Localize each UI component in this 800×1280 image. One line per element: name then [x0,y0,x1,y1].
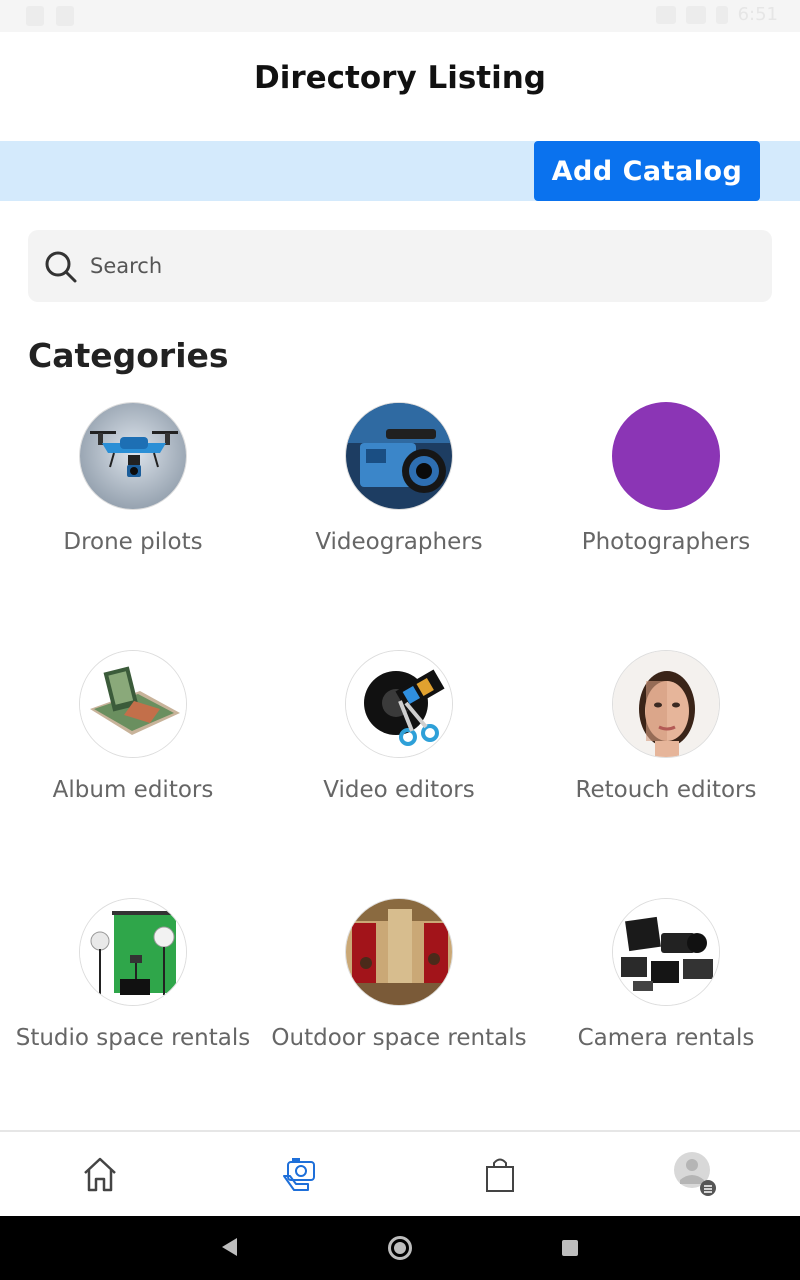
category-label: Videographers [315,529,483,555]
category-label: Studio space rentals [15,1025,251,1051]
recents-icon[interactable] [562,1240,578,1256]
category-retouch-editors[interactable]: Retouch editors [533,650,799,808]
nav-directory[interactable] [276,1150,324,1198]
category-label: Camera rentals [577,1025,755,1051]
search-box[interactable] [28,230,772,302]
outdoor-set-image [345,898,453,1006]
status-bar: 6:51 [0,0,800,32]
category-album-editors[interactable]: Album editors [0,650,266,808]
category-label: Album editors [52,777,214,803]
category-label: Photographers [581,529,751,555]
camera-gear-image [612,898,720,1006]
category-studio-space-rentals[interactable]: Studio space rentals [0,898,266,1056]
search-input[interactable] [90,244,750,288]
status-right: 6:51 [655,4,778,25]
clock: 6:51 [737,4,778,25]
video-camera-image [345,402,453,510]
category-label: Outdoor space rentals [271,1025,527,1051]
nav-profile[interactable] [670,1150,718,1198]
category-camera-rentals[interactable]: Camera rentals [533,898,799,1056]
photo-album-image [79,650,187,758]
profile-avatar-icon [674,1152,716,1196]
system-nav-bar [0,1216,800,1280]
notification-icons [26,6,74,26]
category-photographers[interactable]: Photographers [533,402,799,560]
categories-title: Categories [28,336,229,375]
camera-hand-icon [283,1158,315,1191]
wifi-icon [655,5,676,24]
category-drone-pilots[interactable]: Drone pilots [0,402,266,560]
category-label: Drone pilots [63,529,203,555]
category-label: Video editors [323,777,475,803]
battery-icon [715,5,728,24]
bottom-nav [0,1130,800,1216]
purple-placeholder-image [612,402,720,510]
page-title: Directory Listing [254,60,546,96]
category-outdoor-space-rentals[interactable]: Outdoor space rentals [266,898,532,1056]
add-catalog-button[interactable]: Add Catalog [534,141,760,201]
sd-card-icon [26,6,44,26]
nav-home[interactable] [76,1150,124,1198]
nav-shop[interactable] [476,1150,524,1198]
film-reel-scissors-image [345,650,453,758]
shopping-bag-icon [486,1158,514,1192]
app-header: Directory Listing [0,32,800,140]
signal-icon [685,5,706,24]
search-icon [45,251,77,283]
sync-icon [56,6,74,26]
green-screen-studio-image [79,898,187,1006]
category-label: Retouch editors [575,777,757,803]
back-icon[interactable] [222,1238,237,1256]
home-button-icon[interactable] [388,1236,412,1260]
retouched-face-image [612,650,720,758]
category-video-editors[interactable]: Video editors [266,650,532,808]
category-videographers[interactable]: Videographers [266,402,532,560]
home-icon [84,1157,116,1192]
drone-image [79,402,187,510]
